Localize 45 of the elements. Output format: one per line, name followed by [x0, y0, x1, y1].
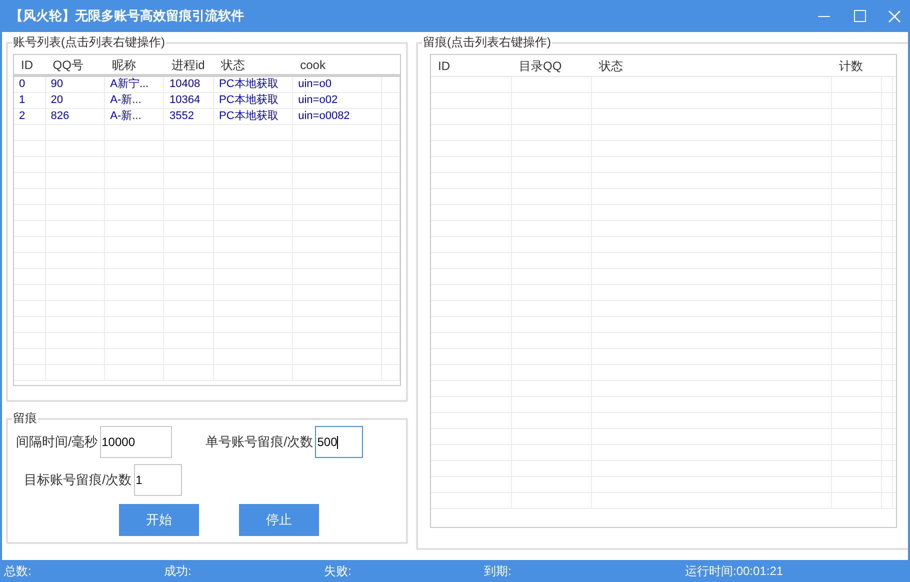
column-header[interactable]: ID — [21, 58, 33, 72]
column-header[interactable]: 进程id — [172, 58, 205, 72]
table-cell: uin=o0 — [298, 78, 332, 90]
field-label: 目标账号留痕/次数 — [24, 471, 132, 490]
table-cell: 2 — [19, 110, 26, 122]
table-cell: 10364 — [169, 94, 200, 106]
table-cell: PC本地获取 — [218, 94, 278, 106]
status-text: 运行时间:00:01:21 — [685, 564, 784, 578]
group-title: 留痕(点击列表右键操作) — [422, 34, 552, 50]
table-cell: 826 — [50, 110, 70, 122]
input-field[interactable]: 1 — [134, 464, 182, 496]
table-cell: 10408 — [169, 78, 200, 90]
column-header[interactable]: 计数 — [839, 58, 863, 72]
column-header[interactable]: ID — [438, 58, 450, 72]
field-label: 单号账号留痕/次数 — [206, 433, 314, 452]
close-icon[interactable] — [888, 10, 901, 22]
field-label: 间隔时间/毫秒 — [16, 433, 98, 452]
table-cell: 90 — [50, 78, 63, 90]
status-text: 成功: — [164, 564, 192, 578]
status-text: 总数: — [4, 564, 32, 578]
table-cell: 20 — [50, 94, 63, 106]
column-header[interactable]: 状态 — [221, 58, 245, 72]
status-text: 失败: — [324, 564, 352, 578]
table-cell: A-新... — [110, 94, 142, 106]
column-header[interactable]: cook — [300, 58, 326, 72]
table-cell: uin=o0082 — [298, 110, 350, 122]
group-title: 账号列表(点击列表右键操作) — [12, 34, 166, 50]
column-header[interactable]: 状态 — [599, 58, 623, 72]
column-header[interactable]: 目录QQ — [519, 58, 562, 72]
status-text: 到期: — [484, 564, 512, 578]
table-cell: PC本地获取 — [218, 78, 278, 90]
table-cell: uin=o02 — [298, 94, 338, 106]
table-cell: 1 — [19, 94, 26, 106]
table-cell: A新宁... — [110, 78, 149, 90]
table-cell: PC本地获取 — [218, 110, 278, 122]
input-field[interactable]: 500 — [315, 426, 364, 458]
table-cell: 3552 — [169, 110, 194, 122]
column-header[interactable]: QQ号 — [52, 58, 84, 72]
table-cell: A-新... — [110, 110, 142, 122]
column-header[interactable]: 昵称 — [112, 58, 136, 72]
window-title: 【风火轮】无限多账号高效留痕引流软件 — [10, 7, 245, 26]
maximize-icon[interactable] — [854, 10, 866, 22]
group-title: 留痕 — [12, 410, 38, 426]
table-cell: 0 — [19, 78, 26, 90]
input-field[interactable]: 10000 — [100, 426, 172, 458]
